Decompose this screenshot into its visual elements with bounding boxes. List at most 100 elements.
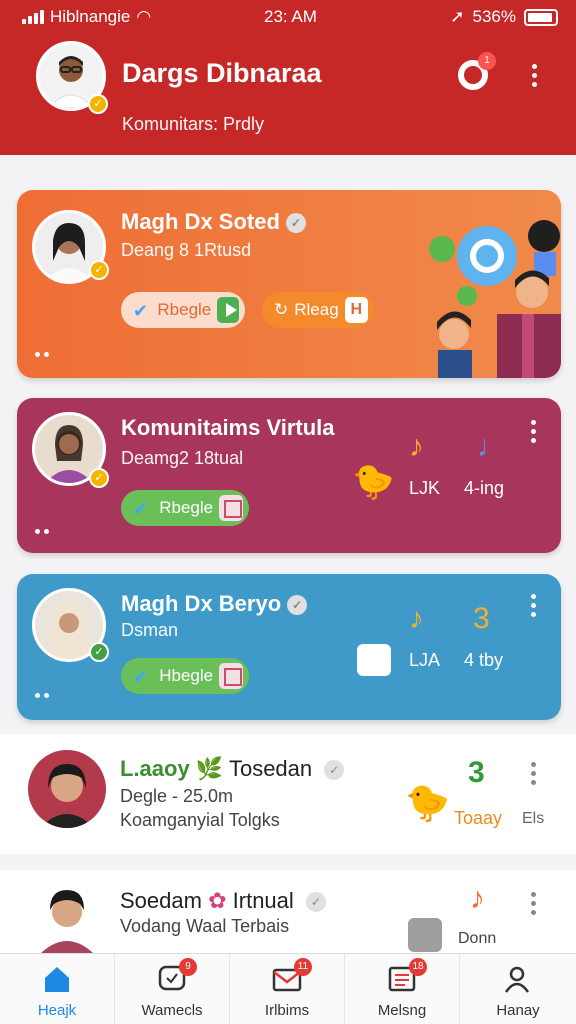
location-icon: ➚ (450, 7, 465, 26)
row-title-suffix: Irtnual (232, 888, 294, 913)
box-icon: H (344, 297, 368, 323)
more-options-icon[interactable] (529, 594, 537, 617)
community-card[interactable]: ✓ Magh Dx Soted✓ Deang 8 1Rtusd Rbegle ↻… (17, 190, 561, 378)
leaf-icon: 🌿 (195, 756, 224, 781)
button-label: Rbegle (157, 300, 212, 319)
nav-inbox[interactable]: 18 Melsng (345, 954, 460, 1024)
card-subtitle: Deang 8 1Rtusd (121, 240, 252, 260)
bird-icon (133, 667, 153, 685)
check-icon: ✓ (324, 760, 345, 781)
row-title-text: Tosedan (228, 756, 313, 781)
carrier-name: Hiblnangie (50, 7, 131, 26)
nav-messages[interactable]: 9 Wamecls (115, 954, 230, 1024)
row-line1: Degle - 25.0m (120, 786, 234, 806)
stat-label: 4-ing (464, 478, 505, 498)
pager-dots (35, 693, 49, 698)
nav-label: Heajk (37, 1002, 77, 1019)
page-subtitle: Komunitars: Prdly (122, 114, 265, 134)
button-label: Rbegle (159, 498, 214, 517)
nav-label: Irlbims (264, 1002, 310, 1019)
battery-icon (524, 8, 558, 26)
card-subtitle: Dsman (121, 620, 179, 640)
stat-label: LJK (409, 478, 441, 498)
list-item[interactable]: L.aaoy 🌿 Tosedan ✓ Degle - 25.0m Koamgan… (0, 734, 576, 854)
verified-badge-icon: ✓ (88, 94, 108, 114)
nav-badge: 18 (409, 958, 427, 976)
music-note-icon: ♩ (477, 430, 507, 463)
row-avatar (28, 750, 106, 828)
rbegle-button[interactable]: Rbegle (121, 292, 245, 328)
nav-home[interactable]: Heajk (0, 954, 115, 1024)
device-icon (408, 918, 442, 952)
nav-badge: 11 (294, 958, 312, 976)
share-icon (219, 663, 243, 689)
bird-icon (133, 301, 151, 319)
row-title: L.aaoy 🌿 Tosedan ✓ (120, 756, 345, 782)
community-card[interactable]: ✓ Magh Dx Beryo✓ Dsman Hbegle ♪ 3 LJA 4 … (17, 574, 561, 720)
row-right-label2: Els (522, 810, 545, 827)
nav-label: Melsng (377, 1002, 427, 1019)
row-right-label: Donn (458, 930, 497, 947)
list-item[interactable]: Soedam ✿ Irtnual ✓ Vodang Waal Terbais ♪… (0, 870, 576, 958)
community-card[interactable]: ✓ Komunitaims Virtula Deamg2 18tual Rbeg… (17, 398, 561, 553)
verified-badge-icon: ✓ (89, 642, 109, 662)
nav-mail[interactable]: 11 Irlbims (230, 954, 345, 1024)
card-title: Komunitaims Virtula (121, 415, 335, 440)
chat-bubble-icon (357, 644, 391, 676)
page-title: Dargs Dibnaraa (122, 58, 322, 88)
nav-label: Hanay (496, 1002, 540, 1019)
more-options-icon[interactable] (529, 762, 537, 785)
hbegle-button[interactable]: Hbegle (121, 658, 249, 694)
notification-button[interactable]: 1 (458, 52, 496, 90)
signal-icon (22, 10, 44, 24)
profile-icon (504, 966, 530, 993)
row-title: Soedam ✿ Irtnual ✓ (120, 888, 326, 914)
link-icon: ↻ (274, 300, 289, 319)
mascot-icon: 🐤 (352, 463, 395, 501)
button-label: Hbegle (159, 666, 214, 685)
pager-dots (35, 352, 49, 357)
check-icon: ✓ (285, 213, 306, 234)
card-title: Magh Dx Beryo ✓ (121, 591, 308, 617)
rleag-button[interactable]: ↻ Rleag H (262, 292, 374, 328)
wifi-icon: ◠ (136, 7, 152, 26)
mascot-icon: 🐤 (405, 782, 450, 823)
bottom-nav: Heajk 9 Wamecls 11 Irlbims 18 Melsng Han… (0, 953, 576, 1024)
music-note-icon: ♪ (409, 430, 424, 463)
nav-badge: 9 (179, 958, 197, 976)
clock: 23: AM (264, 7, 317, 26)
status-bar: Hiblnangie ◠ 23: AM ➚ 536% (0, 4, 576, 30)
notification-badge: 1 (478, 52, 496, 70)
verified-badge-icon: ✓ (89, 468, 109, 488)
bird-icon (133, 499, 153, 517)
card-title: Magh Dx Soted ✓ (121, 209, 306, 235)
number-three-icon: 3 (473, 602, 490, 635)
row-title-text: Soedam (120, 888, 202, 913)
mail-icon: 11 (272, 958, 312, 994)
share-icon (219, 495, 243, 521)
row-title-prefix: L.aaoy (120, 756, 190, 781)
check-icon: ✓ (305, 892, 326, 913)
home-icon (45, 967, 69, 992)
rbegle-button[interactable]: Rbegle (121, 490, 249, 526)
app-header: Hiblnangie ◠ 23: AM ➚ 536% ✓ Dargs Dibna… (0, 0, 576, 155)
more-options-icon[interactable] (530, 64, 538, 87)
music-note-icon: ♪ (470, 882, 485, 915)
carrier: Hiblnangie ◠ (22, 7, 151, 27)
chat-icon: 9 (157, 958, 197, 994)
inbox-icon: 18 (387, 958, 427, 994)
row-line1: Vodang Waal Terbais (120, 916, 290, 936)
nav-profile[interactable]: Hanay (460, 954, 576, 1024)
row-line2: Koamganyial Tolgks (120, 810, 280, 830)
more-options-icon[interactable] (529, 420, 537, 443)
celebration-illustration (429, 220, 561, 378)
row-right-label: Toaay (454, 808, 503, 828)
battery-percent: 536% (472, 7, 516, 26)
row-avatar (28, 880, 106, 958)
button-label: Rleag (294, 300, 339, 319)
check-icon: ✓ (287, 595, 308, 616)
stat-label: 4 tby (464, 650, 504, 670)
more-options-icon[interactable] (529, 892, 537, 915)
verified-badge-icon: ✓ (89, 260, 109, 280)
number-three-icon: 3 (468, 756, 485, 789)
